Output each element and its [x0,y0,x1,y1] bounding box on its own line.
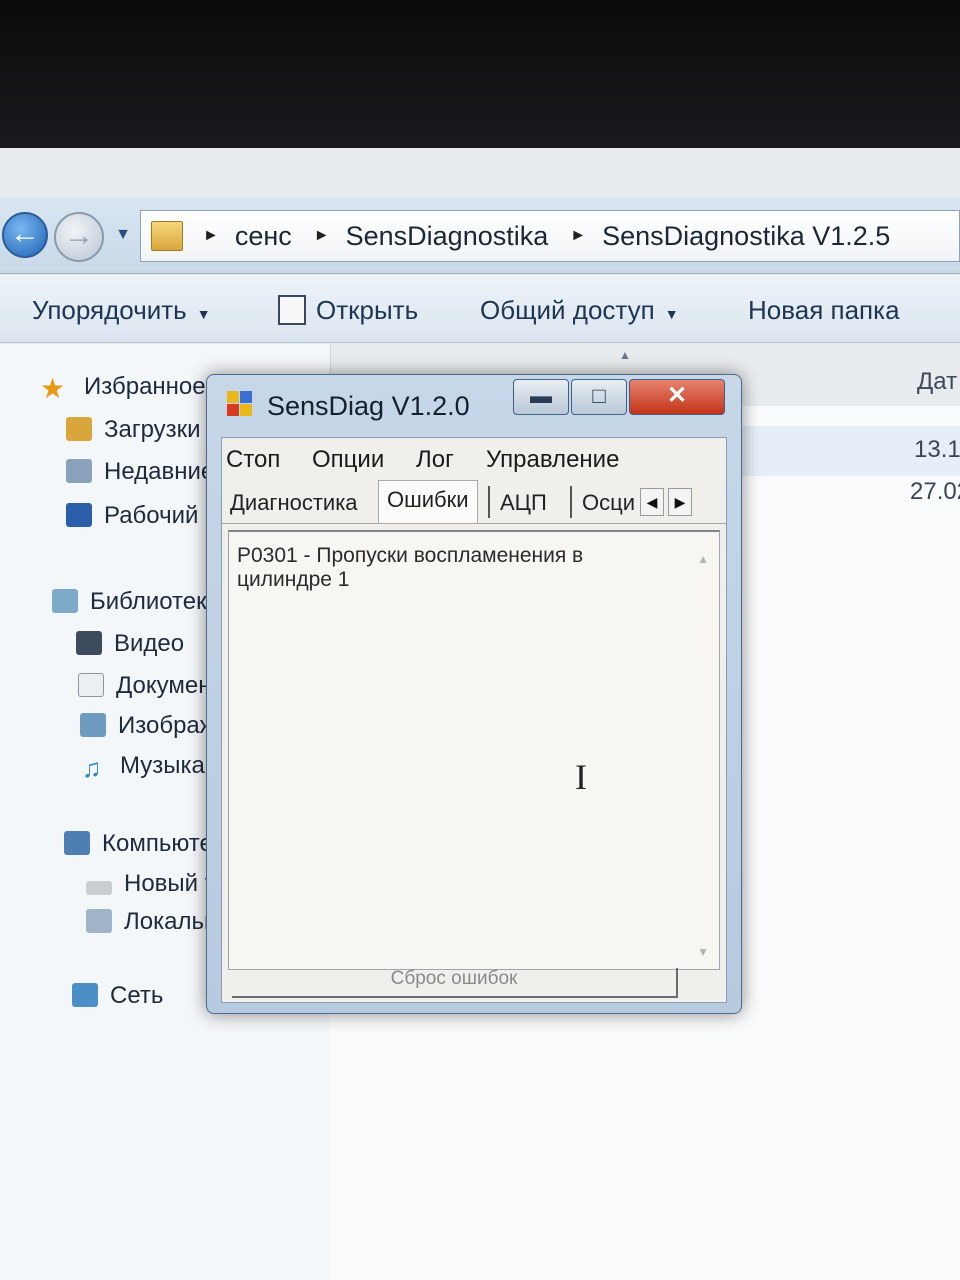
nav-label: Загрузки [104,416,201,443]
breadcrumb-item[interactable]: SensDiagnostika [346,221,549,252]
window-client-area: Стоп Опции Лог Управление Диагностика Ош… [221,437,727,1003]
nav-label: Недавние [104,458,215,485]
open-label: Открыть [316,295,419,325]
music-icon: ♫ [82,753,102,783]
new-folder-label: Новая папка [748,295,900,325]
window-title: SensDiag V1.2.0 [267,391,470,421]
share-label: Общий доступ [480,295,655,325]
nav-libraries[interactable]: Библиотеки [52,588,220,616]
star-icon: ★ [40,373,66,404]
breadcrumb-item[interactable]: SensDiagnostika V1.2.5 [602,221,890,252]
nav-music[interactable]: ♫ Музыка [82,752,205,783]
local-disk-icon [86,909,112,933]
nav-images[interactable]: Изображ [80,712,216,740]
history-dropdown-icon[interactable]: ▼ [112,226,134,246]
address-row: ← → ▼ ► сенс ► SensDiagnostika ► SensDia… [0,198,960,274]
nav-recent[interactable]: Недавние [66,458,214,486]
error-list-box[interactable]: P0301 - Пропуски воспламенения в цилиндр… [228,530,720,970]
minimize-button[interactable]: ▬ [513,379,569,415]
address-bar[interactable]: ► сенс ► SensDiagnostika ► SensDiagnosti… [140,210,960,262]
scroll-down-icon[interactable]: ▼ [697,945,709,959]
nav-computer[interactable]: Компьютер [64,830,226,858]
nav-label: Сеть [110,982,164,1009]
back-button[interactable]: ← [2,212,48,258]
chevron-right-icon[interactable]: ► [314,227,330,245]
tab-errors[interactable]: Ошибки [378,480,478,523]
chevron-right-icon[interactable]: ► [570,227,586,245]
drive-icon [86,881,112,895]
chevron-down-icon: ▼ [664,306,679,322]
tab-strip: Диагностика Ошибки АЦП Осци ◀ ▶ [222,480,726,524]
recent-places-icon [66,459,92,483]
app-icon [227,391,253,417]
tab-diagnostics[interactable]: Диагностика [222,484,366,522]
sort-arrow-icon: ▲ [619,348,631,362]
network-icon [72,983,98,1007]
tab-adc[interactable]: АЦП [492,484,555,522]
nav-documents[interactable]: Докумен [78,672,211,700]
menu-stop[interactable]: Стоп [226,446,280,474]
open-icon [278,295,306,325]
close-button[interactable]: ✕ [629,379,725,415]
reset-errors-button[interactable]: Сброс ошибок [232,968,678,998]
nav-favorites[interactable]: ★ Избранное [40,372,206,404]
text-cursor-icon: I [575,757,587,797]
menu-bar: Стоп Опции Лог Управление [222,438,726,478]
computer-icon [64,831,90,855]
images-icon [80,713,106,737]
share-button[interactable]: Общий доступ ▼ [480,295,679,326]
tab-scroll-left-icon[interactable]: ◀ [640,488,664,516]
chevron-right-icon[interactable]: ► [203,227,219,245]
tab-scroll-right-icon[interactable]: ▶ [668,488,692,516]
nav-desktop[interactable]: Рабочий [66,502,198,530]
new-folder-button[interactable]: Новая папка [748,295,900,326]
menu-log[interactable]: Лог [416,446,454,474]
nav-label: Изображ [118,712,216,739]
breadcrumb-item[interactable]: сенс [235,221,292,252]
desktop-icon [66,503,92,527]
scroll-up-icon[interactable]: ▲ [697,552,709,566]
nav-downloads[interactable]: Загрузки [66,416,201,444]
file-date: 27.02 [910,478,960,505]
sensdiag-window: SensDiag V1.2.0 ▬ □ ✕ Стоп Опции Лог Упр… [206,374,742,1014]
maximize-button[interactable]: □ [571,379,627,415]
organize-label: Упорядочить [32,295,187,325]
nav-label: Докумен [116,672,212,699]
video-icon [76,631,102,655]
folder-icon [151,221,183,251]
chevron-down-icon: ▼ [196,306,211,322]
open-button[interactable]: Открыть [278,295,418,326]
tab-divider [570,486,572,518]
menu-options[interactable]: Опции [312,446,384,474]
nav-label: Рабочий [104,502,199,529]
nav-network[interactable]: Сеть [72,982,163,1010]
libraries-icon [52,589,78,613]
nav-label: Видео [114,630,185,657]
tab-oscilloscope[interactable]: Осци [574,484,643,522]
error-code-text: P0301 - Пропуски воспламенения в цилиндр… [237,544,584,591]
monitor-bezel [0,0,960,150]
menu-control[interactable]: Управление [486,446,619,474]
nav-label: Музыка [120,752,205,779]
documents-icon [78,673,104,697]
nav-video[interactable]: Видео [76,630,184,658]
nav-label: Библиотеки [90,588,221,615]
organize-button[interactable]: Упорядочить ▼ [32,295,211,326]
downloads-icon [66,417,92,441]
forward-button[interactable]: → [54,212,104,262]
tab-divider [488,486,490,518]
nav-label: Избранное [84,373,206,400]
command-bar: Упорядочить ▼ Открыть Общий доступ ▼ Новая… [0,275,960,343]
column-date[interactable]: Дат [917,368,957,396]
file-date: 13.1( [914,436,960,463]
